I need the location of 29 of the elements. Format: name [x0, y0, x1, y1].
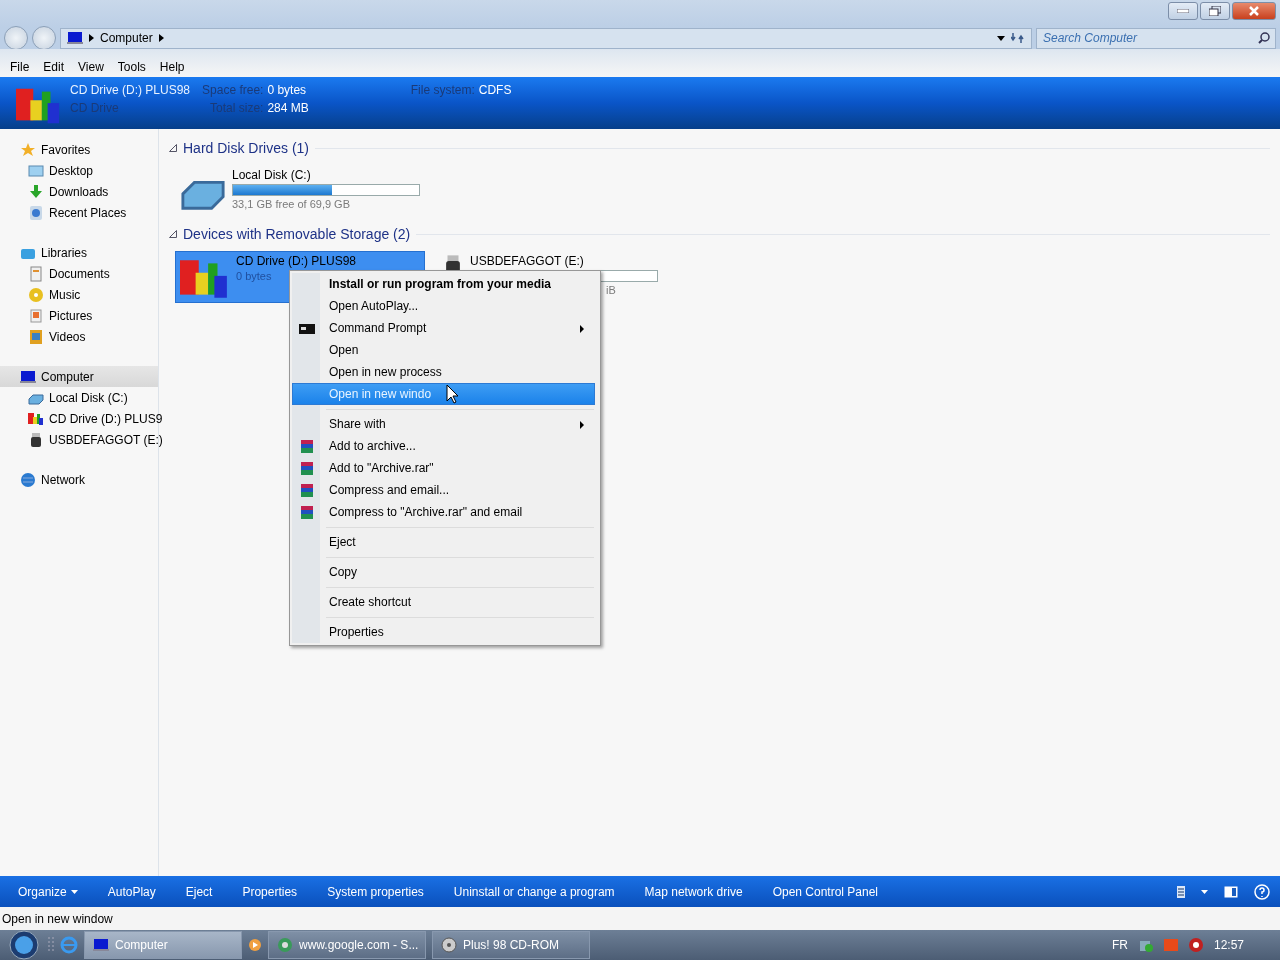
nav-label: Downloads [49, 184, 109, 199]
field-value: 284 MB [267, 101, 309, 115]
nav-label: Network [41, 472, 85, 487]
drive-info: iB [606, 284, 616, 296]
drive-info: 33,1 GB free of 69,9 GB [232, 198, 350, 210]
nav-label: Favorites [41, 142, 91, 157]
field-label: File system: [410, 83, 475, 97]
nav-label: Videos [49, 329, 86, 344]
drive-name: CD Drive (D:) PLUS98 [70, 83, 191, 97]
field-value: CDFS [478, 83, 512, 97]
drive-name: USBDEFAGGOT (E:) [470, 254, 584, 268]
nav-label: Desktop [49, 163, 94, 178]
drive-name: Local Disk (C:) [232, 168, 311, 182]
nav-label: Pictures [49, 308, 93, 323]
nav-label: Local Disk (C:) [49, 390, 128, 405]
nav-label: Documents [49, 266, 110, 281]
field-value: 0 bytes [267, 83, 308, 97]
drive-type: CD Drive [70, 101, 120, 115]
field-label: Space free: [202, 83, 264, 97]
nav-label: Recent Places [49, 205, 127, 220]
nav-label: USBDEFAGGOT (E:) [49, 432, 163, 447]
nav-label: Computer [41, 369, 94, 384]
nav-label: CD Drive (D:) PLUS9 [49, 411, 163, 426]
drive-name: CD Drive (D:) PLUS98 [236, 254, 357, 268]
field-label: Total size: [209, 101, 264, 115]
nav-label: Libraries [41, 245, 88, 260]
drive-info: 0 bytes [236, 270, 272, 282]
status-text: Open in new window [2, 911, 113, 926]
nav-label: Music [49, 287, 81, 302]
